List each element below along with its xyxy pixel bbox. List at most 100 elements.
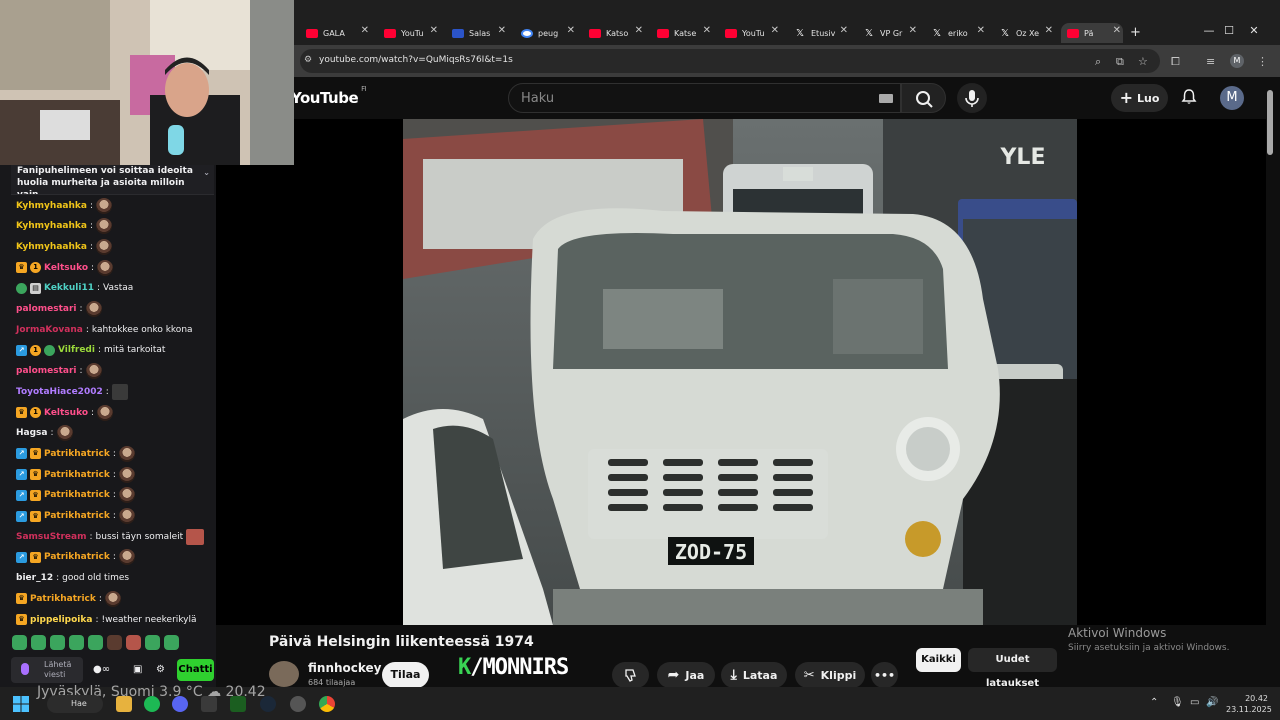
tray-mic-icon[interactable]: 🎙 [1171,697,1184,708]
chat-username[interactable]: Kekkuli11 [44,283,94,293]
chat-badge-crown-icon[interactable]: ♛ [30,448,41,460]
file-explorer-icon[interactable] [116,696,132,712]
site-info-icon[interactable]: ⚙ [304,55,312,65]
gift-icon[interactable]: ▣ [133,664,142,675]
spotify-icon[interactable] [144,696,160,712]
browser-tab[interactable]: Salas ✕ [446,23,508,43]
discord-icon[interactable] [172,696,188,712]
browser-tab[interactable]: YouTu ✕ [378,23,440,43]
chat-badge-one-icon[interactable]: 1 [30,262,41,274]
notifications-bell-icon[interactable] [1180,88,1198,106]
taskbar-search[interactable]: Hae [47,695,103,713]
chat-username[interactable]: pippelipoika [30,615,92,625]
chat-username[interactable]: Kyhmyhaahka [16,221,87,231]
chip-all[interactable]: Kaikki [916,648,961,672]
chevron-down-icon[interactable]: ⌄ [203,167,210,179]
chat-badge-crown-icon[interactable]: ♛ [16,593,27,605]
browser-tab[interactable]: 𝕏eriko ✕ [925,23,987,43]
chat-badge-sub-icon[interactable]: ↗ [16,448,27,460]
network-icon[interactable]: ▭ [1190,697,1199,708]
search-button[interactable] [901,83,946,113]
url-text[interactable]: youtube.com/watch?v=QuMiqsRs76I&t=1s [319,55,513,65]
tray-chevron-icon[interactable]: ⌃ [1150,697,1158,708]
chat-username[interactable]: Patrikhatrick [44,449,110,459]
chat-username[interactable]: Keltsuko [44,408,88,418]
profile-avatar[interactable]: M [1230,54,1244,68]
clip-button[interactable]: ✂ Klippi [795,662,865,688]
close-tab-icon[interactable]: ✕ [1113,25,1121,36]
chat-badge-sub-icon[interactable]: ↗ [16,551,27,563]
media-control-icon[interactable]: ≡ [1206,55,1215,68]
browser-tab[interactable]: 𝕏 VP Gr ✕ [857,23,919,43]
chat-badge-crown-icon[interactable]: ♛ [16,407,27,418]
chat-badge-one-icon[interactable]: 1 [30,344,41,356]
chat-badge-crown-icon[interactable]: ♛ [30,489,41,501]
chip-recent-uploads[interactable]: Uudet lataukset [968,648,1057,689]
install-icon[interactable]: ⧉ [1116,55,1124,69]
close-tab-icon[interactable]: ✕ [840,25,848,36]
channel-points-icon[interactable]: ●∞ [93,664,110,675]
chat-username[interactable]: Keltsuko [44,263,88,273]
chat-username[interactable]: Patrikhatrick [30,594,96,604]
chat-username[interactable]: palomestari [16,304,77,314]
notepad-app-icon[interactable] [230,696,246,712]
close-tab-icon[interactable]: ✕ [909,25,917,36]
browser-tab[interactable]: YouTu ✕ [719,23,781,43]
browser-tab[interactable]: Pä ✕ [1061,23,1123,43]
chat-username[interactable]: Hagsa [16,428,47,438]
close-tab-icon[interactable]: ✕ [498,25,506,36]
browser-tab[interactable]: GALA ✕ [300,23,371,43]
chat-badge-sub-icon[interactable]: ↗ [16,344,27,356]
chat-badge-crown-icon[interactable]: ♛ [16,614,27,625]
chat-badge-sub-icon[interactable]: ↗ [16,469,27,481]
close-tab-icon[interactable]: ✕ [430,25,438,36]
close-tab-icon[interactable]: ✕ [635,25,643,36]
subscribe-button[interactable]: Tilaa [382,662,429,688]
chrome-icon[interactable] [319,696,335,712]
chat-username[interactable]: Patrikhatrick [44,511,110,521]
chat-badge-gift-icon[interactable]: ▤ [30,282,41,294]
settings-gear-icon[interactable]: ⚙ [156,664,165,675]
system-clock[interactable]: 20.42 23.11.2025 [1226,693,1272,715]
browser-tab[interactable]: peug ✕ [515,23,577,43]
chat-username[interactable]: Patrikhatrick [44,490,110,500]
chat-send-button[interactable]: Chatti [177,659,214,681]
obs-icon[interactable] [290,696,306,712]
browser-tab[interactable]: Katse ✕ [651,23,713,43]
chat-username[interactable]: Kyhmyhaahka [16,201,87,211]
channel-avatar[interactable] [269,661,299,687]
youtube-logo[interactable]: YouTube FI [291,85,367,107]
video-frame[interactable]: ZOD-75 YLE [403,119,1077,625]
download-button[interactable]: ⤓ Lataa [721,662,787,688]
chat-badge-crown-icon[interactable]: ♛ [16,262,27,274]
chat-badge-sub-icon[interactable]: ↗ [16,489,27,501]
browser-tab[interactable]: 𝕏 Etusiv ✕ [788,23,850,43]
chat-badge-green-icon[interactable] [16,282,27,294]
account-avatar[interactable]: M [1220,86,1244,110]
close-window-icon[interactable]: ✕ [1234,24,1274,37]
chat-badge-green-icon[interactable] [44,344,55,356]
close-tab-icon[interactable]: ✕ [703,25,711,36]
close-tab-icon[interactable]: ✕ [1045,25,1053,36]
share-button[interactable]: ➦ Jaa [657,662,715,688]
emote-row[interactable] [12,635,179,650]
pinned-message[interactable]: Fanipuhelimeen voi soittaa ideoita huoli… [11,165,214,195]
chat-badge-crown-icon[interactable]: ♛ [30,469,41,481]
new-tab-icon[interactable]: + [1130,25,1141,40]
search-input[interactable]: Haku [508,83,901,113]
chat-username[interactable]: palomestari [16,366,77,376]
chat-username[interactable]: JormaKovana [16,325,83,335]
omnibox[interactable]: ⚙ youtube.com/watch?v=QuMiqsRs76I&t=1s [300,49,1160,73]
chat-badge-sub-icon[interactable]: ↗ [16,510,27,522]
chat-username[interactable]: Patrikhatrick [44,552,110,562]
mic-icon[interactable] [21,663,29,675]
more-actions-button[interactable]: ••• [871,662,898,688]
close-tab-icon[interactable]: ✕ [771,25,779,36]
chat-username[interactable]: Patrikhatrick [44,470,110,480]
chat-username[interactable]: SamsuStream [16,532,86,542]
close-tab-icon[interactable]: ✕ [361,25,369,36]
keyboard-icon[interactable] [879,94,893,103]
chat-badge-crown-icon[interactable]: ♛ [30,510,41,522]
browser-tab[interactable]: Katso ✕ [583,23,645,43]
chat-username[interactable]: ToyotaHiace2002 [16,387,103,397]
